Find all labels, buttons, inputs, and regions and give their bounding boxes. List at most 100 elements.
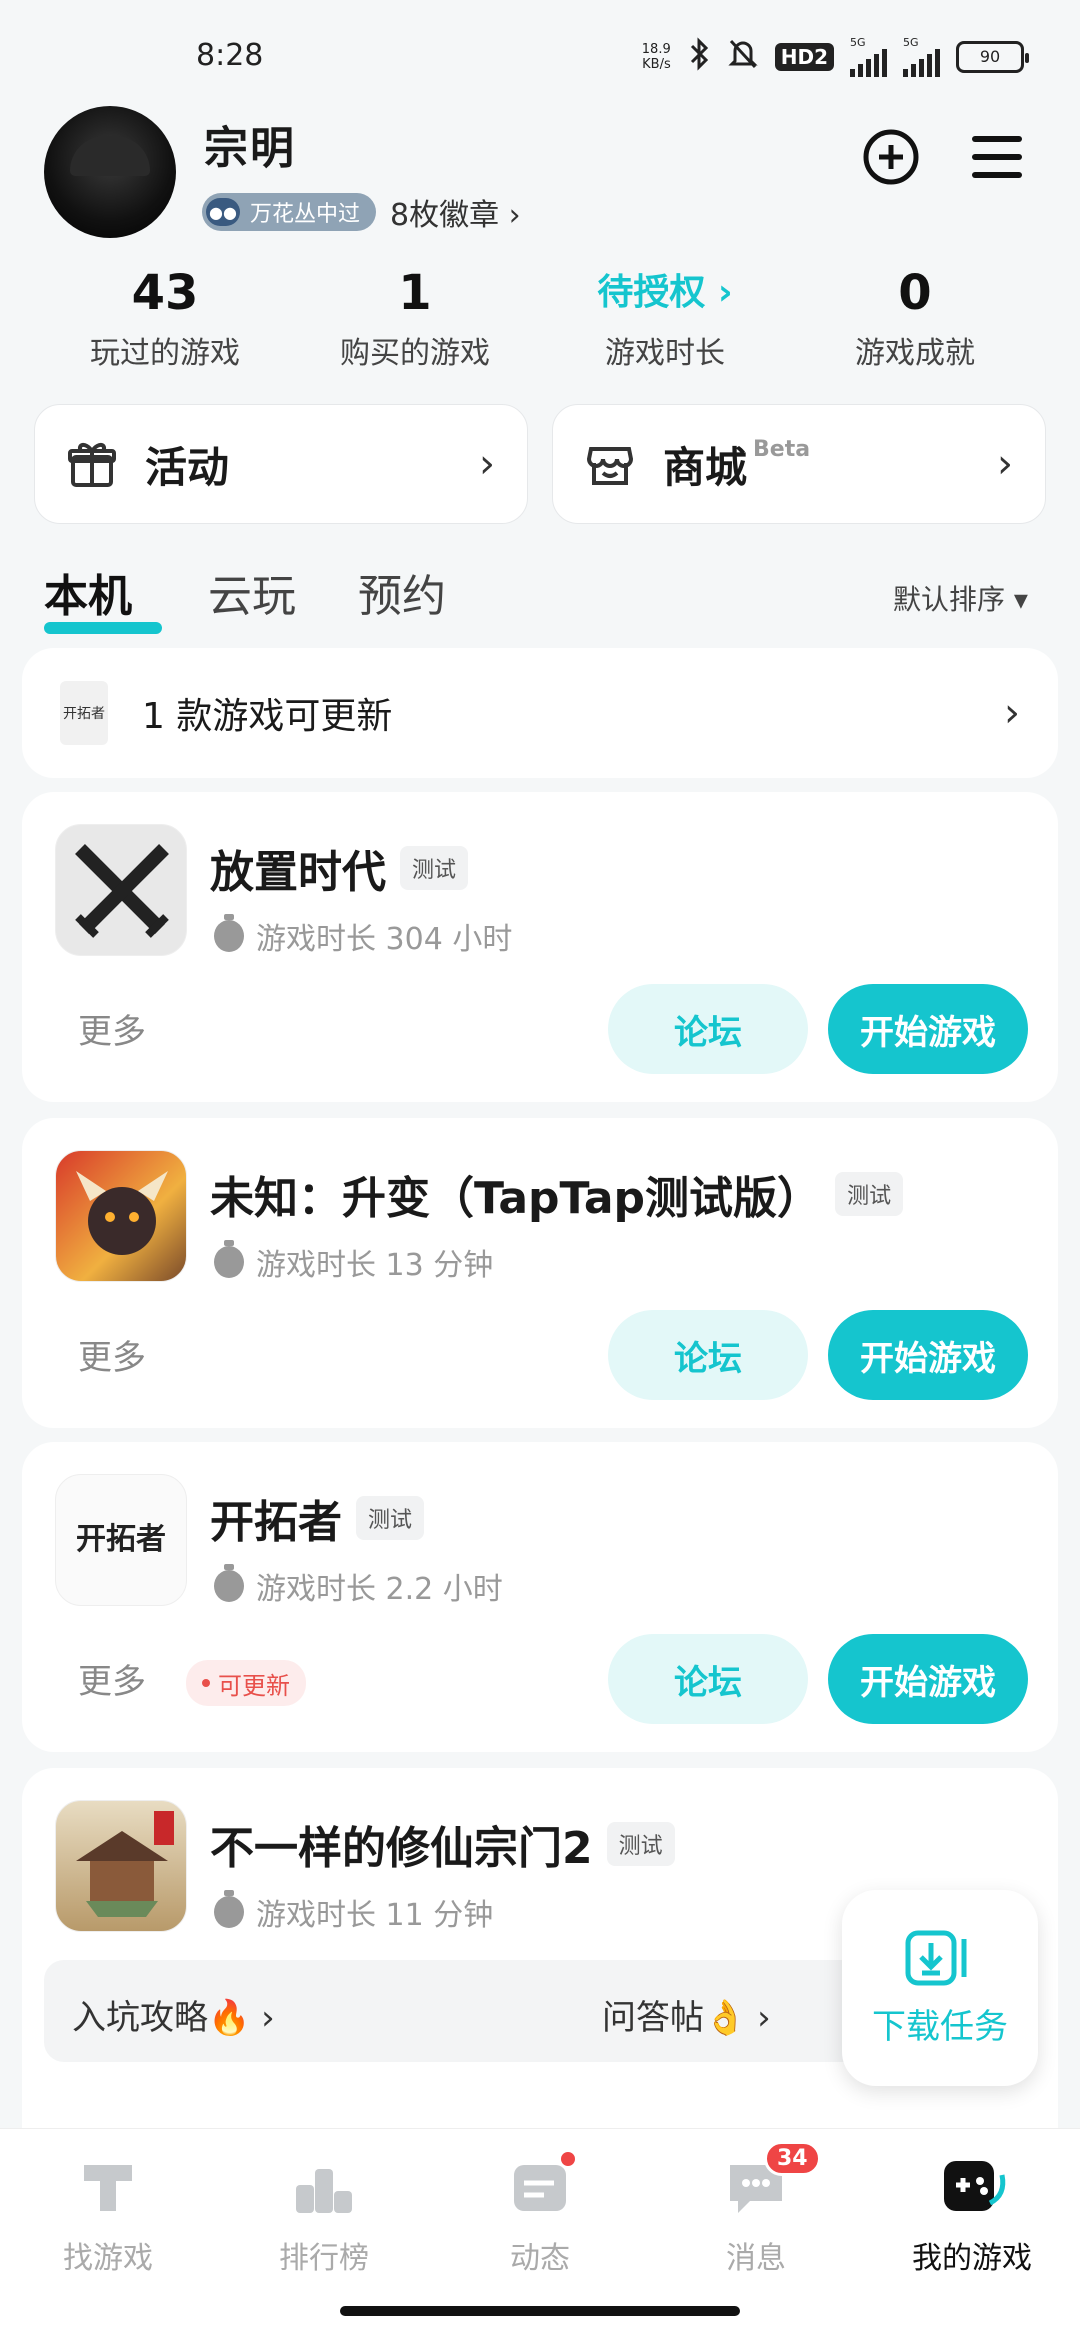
status-time: 8:28 — [196, 38, 264, 73]
nav-label: 排行榜 — [279, 2241, 369, 2276]
store-entry[interactable]: 商城 Beta › — [552, 404, 1046, 524]
nav-messages[interactable]: 34 消息 — [648, 2141, 864, 2277]
updatable-badge: 可更新 — [186, 1660, 306, 1706]
badge-row[interactable]: ●● 万花丛中过 8枚徽章 › — [202, 190, 521, 234]
update-game-thumbnail: 开拓者 — [60, 681, 108, 745]
stopwatch-icon — [214, 914, 244, 952]
tab-local[interactable]: 本机 — [44, 560, 162, 634]
beginner-guide-link[interactable]: 入坑攻略🔥 › — [72, 1990, 275, 2039]
forum-button[interactable]: 论坛 — [608, 1310, 808, 1400]
game-card[interactable]: 开拓者 开拓者 测试 游戏时长 2.2 小时 更多 可更新 论坛 开始游戏 — [22, 1442, 1058, 1752]
badge-pill[interactable]: ●● 万花丛中过 — [202, 193, 377, 231]
playtime-text: 游戏时长 2.2 小时 — [256, 1572, 503, 1607]
start-game-button[interactable]: 开始游戏 — [828, 1310, 1028, 1400]
beta-tag: Beta — [753, 437, 811, 462]
game-title-text: 不一样的修仙宗门2 — [210, 1823, 593, 1874]
qa-post-link[interactable]: 问答帖👌 › — [602, 1990, 771, 2039]
badge-title: 万花丛中过 — [250, 202, 361, 227]
stat-achievements[interactable]: 0 游戏成就 — [790, 264, 1040, 374]
battery-icon: 90 — [956, 40, 1029, 73]
download-tasks-button[interactable]: 下载任务 — [842, 1890, 1038, 2086]
nav-my-games[interactable]: 我的游戏 — [864, 2155, 1080, 2277]
game-icon[interactable] — [55, 1800, 187, 1932]
game-icon[interactable] — [55, 824, 187, 956]
forum-button[interactable]: 论坛 — [608, 984, 808, 1074]
stat-label: 游戏成就 — [855, 336, 975, 371]
stopwatch-icon — [214, 1890, 244, 1928]
game-title-text: 开拓者 — [210, 1497, 342, 1548]
playtime: 游戏时长 2.2 小时 — [214, 1564, 503, 1608]
chevron-right-icon: › — [479, 441, 495, 487]
temple-icon — [76, 1811, 174, 1917]
nav-ranking[interactable]: 排行榜 — [216, 2155, 432, 2277]
stat-playtime[interactable]: 待授权 › 游戏时长 — [540, 264, 790, 374]
more-button[interactable]: 更多 — [78, 1330, 146, 1379]
home-indicator[interactable] — [340, 2306, 740, 2316]
stat-purchased[interactable]: 1 购买的游戏 — [290, 264, 540, 374]
more-button[interactable]: 更多 — [78, 1654, 146, 1703]
signal-bars-icon — [850, 49, 887, 77]
game-icon[interactable]: 开拓者 — [55, 1474, 187, 1606]
unread-count-badge: 34 — [764, 2141, 821, 2176]
network-speed: 18.9 KB/s — [642, 42, 671, 72]
tab-cloud[interactable]: 云玩 — [208, 560, 296, 624]
nav-label: 动态 — [510, 2241, 570, 2276]
podium-icon — [292, 2155, 356, 2219]
signal-1-label: 5G — [850, 36, 866, 49]
update-banner[interactable]: 开拓者 1 款游戏可更新 › — [22, 648, 1058, 778]
discover-icon — [76, 2155, 140, 2219]
mute-bell-icon — [727, 37, 759, 77]
chat-bubble-icon: 34 — [724, 2141, 821, 2219]
stats-row: 43 玩过的游戏 1 购买的游戏 待授权 › 游戏时长 0 游戏成就 — [40, 264, 1040, 374]
bluetooth-icon — [687, 36, 711, 77]
badge-count-link[interactable]: 8枚徽章 › — [390, 190, 521, 234]
library-tabs: 本机 云玩 预约 默认排序 ▾ — [44, 560, 1044, 634]
activity-entry[interactable]: 活动 › — [34, 404, 528, 524]
network-speed-unit: KB/s — [642, 56, 671, 72]
game-title: 未知：升变（TapTap测试版） 测试 — [210, 1162, 904, 1226]
username[interactable]: 宗明 — [204, 112, 296, 176]
test-tag: 测试 — [835, 1172, 904, 1216]
playtime: 游戏时长 11 分钟 — [214, 1890, 493, 1934]
playtime: 游戏时长 304 小时 — [214, 914, 512, 958]
add-button[interactable] — [856, 122, 926, 192]
nav-feed[interactable]: 动态 — [432, 2149, 648, 2277]
signal-1: 5G — [850, 36, 887, 77]
stat-played[interactable]: 43 玩过的游戏 — [40, 264, 290, 374]
tab-local-label: 本机 — [44, 571, 132, 622]
menu-button[interactable] — [962, 122, 1032, 192]
nav-discover[interactable]: 找游戏 — [0, 2155, 216, 2277]
start-game-button[interactable]: 开始游戏 — [828, 984, 1028, 1074]
stopwatch-icon — [214, 1240, 244, 1278]
plus-circle-icon — [863, 129, 919, 185]
masked-warrior-icon — [76, 1171, 168, 1255]
sort-dropdown[interactable]: 默认排序 ▾ — [893, 578, 1028, 618]
store-icon — [586, 447, 634, 485]
signal-bars-icon — [903, 49, 940, 77]
signal-2-label: 5G — [903, 36, 919, 49]
game-title: 开拓者 测试 — [210, 1486, 425, 1550]
gift-icon — [68, 443, 116, 487]
status-bar: 8:28 18.9 KB/s HD2 5G 5G 90 — [0, 0, 1080, 100]
stat-value: 1 — [398, 265, 432, 321]
start-game-button[interactable]: 开始游戏 — [828, 1634, 1028, 1724]
game-title: 放置时代 测试 — [210, 836, 469, 900]
stat-label: 购买的游戏 — [340, 336, 490, 371]
authorize-link[interactable]: 待授权 › — [540, 264, 790, 322]
playtime-text: 游戏时长 304 小时 — [256, 922, 513, 957]
tab-reserve[interactable]: 预约 — [358, 560, 446, 624]
chevron-right-icon: › — [1004, 690, 1020, 736]
game-icon[interactable] — [55, 1150, 187, 1282]
playtime: 游戏时长 13 分钟 — [214, 1240, 493, 1284]
signal-2: 5G — [903, 36, 940, 77]
forum-button[interactable]: 论坛 — [608, 1634, 808, 1724]
game-card[interactable]: 放置时代 测试 游戏时长 304 小时 更多 论坛 开始游戏 — [22, 792, 1058, 1102]
game-card[interactable]: 未知：升变（TapTap测试版） 测试 游戏时长 13 分钟 更多 论坛 开始游… — [22, 1118, 1058, 1428]
notification-dot — [558, 2149, 578, 2169]
avatar[interactable] — [44, 106, 176, 238]
gamepad-icon — [940, 2155, 1006, 2219]
more-button[interactable]: 更多 — [78, 1004, 146, 1053]
profile-header: 宗明 ●● 万花丛中过 8枚徽章 › — [44, 106, 1036, 242]
game-title-text: 放置时代 — [210, 847, 386, 898]
nav-label: 找游戏 — [63, 2241, 153, 2276]
